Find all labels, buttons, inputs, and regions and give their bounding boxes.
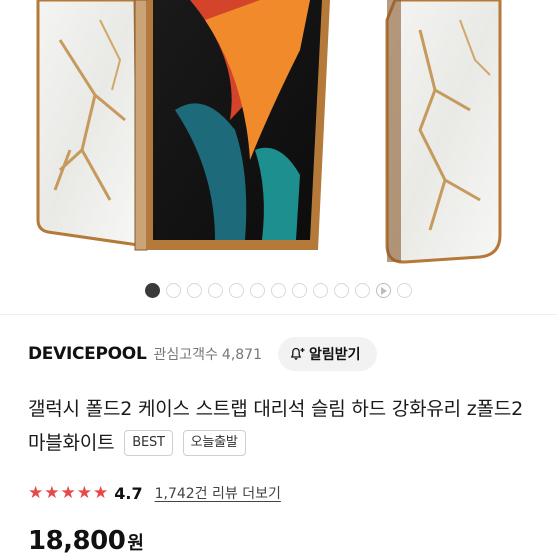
- star-icon: ★: [93, 482, 109, 503]
- carousel-dot-video[interactable]: [376, 283, 391, 298]
- star-icon: ★: [76, 482, 92, 503]
- carousel-dot[interactable]: [313, 283, 328, 298]
- price-row: 18,800 원: [28, 526, 144, 556]
- carousel-dot[interactable]: [334, 283, 349, 298]
- star-rating: ★ ★ ★ ★ ★: [28, 482, 109, 503]
- carousel-dot[interactable]: [166, 283, 181, 298]
- followers-label: 관심고객수: [153, 347, 218, 363]
- carousel-indicator[interactable]: [0, 283, 557, 299]
- carousel-dot[interactable]: [250, 283, 265, 298]
- followers-count: 4,871: [221, 347, 262, 363]
- store-row: DEVICEPOOL 관심고객수 4,871 알림받기: [28, 336, 537, 372]
- rating-row: ★ ★ ★ ★ ★ 4.7 1,742건 리뷰 더보기: [28, 481, 281, 505]
- star-icon: ★: [60, 482, 76, 503]
- carousel-dot[interactable]: [145, 283, 160, 298]
- rating-score: 4.7: [114, 483, 143, 503]
- carousel-dot[interactable]: [355, 283, 370, 298]
- carousel-dot[interactable]: [208, 283, 223, 298]
- carousel-dot[interactable]: [397, 283, 412, 298]
- store-followers: 관심고객수 4,871: [154, 344, 263, 364]
- star-icon: ★: [44, 482, 60, 503]
- badge-best: BEST: [124, 430, 173, 456]
- carousel-dot[interactable]: [271, 283, 286, 298]
- alarm-button-label: 알림받기: [309, 347, 361, 363]
- product-image[interactable]: [0, 0, 557, 278]
- carousel-dot[interactable]: [187, 283, 202, 298]
- store-name[interactable]: DEVICEPOOL: [28, 344, 147, 364]
- carousel-dot[interactable]: [229, 283, 244, 298]
- product-photo-illustration: [36, 0, 502, 264]
- star-icon: ★: [28, 482, 44, 503]
- alarm-subscribe-button[interactable]: 알림받기: [278, 337, 377, 371]
- divider: [0, 314, 557, 315]
- badge-today-shipping: 오늘출발: [182, 430, 246, 456]
- carousel-dot[interactable]: [292, 283, 307, 298]
- review-link[interactable]: 1,742건 리뷰 더보기: [155, 483, 281, 503]
- bell-plus-icon: [290, 347, 305, 360]
- price-value: 18,800: [28, 526, 126, 556]
- price-currency: 원: [127, 533, 144, 554]
- product-title-text: 갤럭시 폴드2 케이스 스트랩 대리석 슬림 하드 강화유리 z폴드2 마블화이…: [28, 398, 523, 454]
- product-title: 갤럭시 폴드2 케이스 스트랩 대리석 슬림 하드 강화유리 z폴드2 마블화이…: [28, 392, 533, 460]
